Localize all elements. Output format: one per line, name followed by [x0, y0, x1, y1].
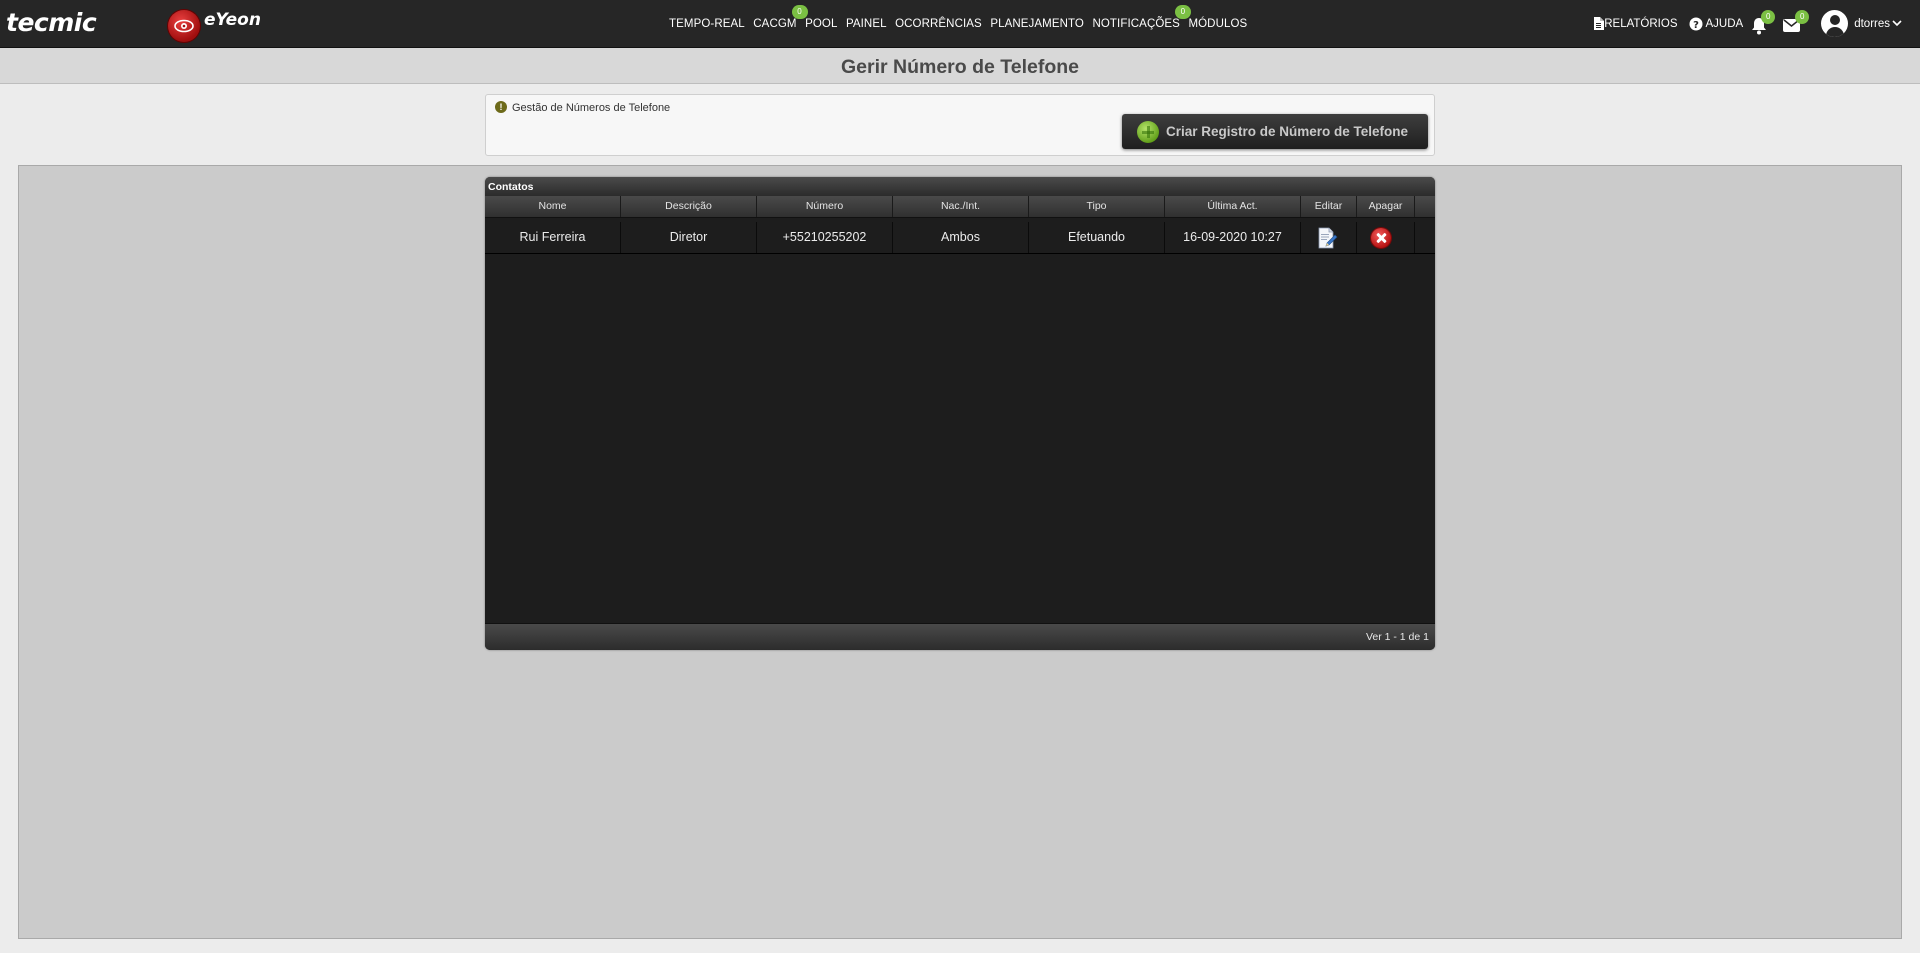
create-phone-number-button[interactable]: Criar Registro de Número de Telefone	[1122, 114, 1428, 149]
chevron-down-icon	[1892, 20, 1902, 27]
title-bar: Gerir Número de Telefone	[0, 48, 1920, 84]
user-menu[interactable]: dtorres	[1821, 10, 1902, 37]
info-text: Gestão de Números de Telefone	[512, 102, 671, 114]
cell-tipo: Efetuando	[1029, 222, 1165, 253]
bell-badge: 0	[1761, 9, 1776, 24]
nav-notificacoes[interactable]: NOTIFICAÇÕES 0	[1092, 4, 1191, 30]
top-navbar: tecmic eYeon TEMPO-REAL CACGM 0 POOL PAIN…	[0, 0, 1920, 48]
document-icon	[1594, 17, 1605, 30]
grid-caption-label: Contatos	[488, 181, 534, 193]
reports-link[interactable]: RELATÓRIOS	[1593, 17, 1678, 30]
cell-numero: +55210255202	[757, 222, 893, 253]
grid-footer: Ver 1 - 1 de 1	[485, 623, 1435, 650]
nav-modulos[interactable]: MÓDULOS	[1188, 18, 1247, 30]
delete-icon[interactable]	[1371, 228, 1391, 248]
cell-ultima-act: 16-09-2020 10:27	[1165, 222, 1301, 253]
help-label: AJUDA	[1705, 17, 1744, 30]
nav-label: OCORRÊNCIAS	[895, 17, 982, 30]
cell-descricao: Diretor	[621, 222, 757, 253]
cell-text: Ambos	[941, 230, 980, 244]
col-header-nome[interactable]: Nome	[485, 196, 621, 217]
col-header-label: Editar	[1314, 200, 1343, 212]
info-panel: ! Gestão de Números de Telefone Criar Re…	[485, 94, 1435, 156]
nav-tempo-real[interactable]: TEMPO-REAL	[669, 18, 745, 30]
cell-text: Diretor	[669, 230, 708, 244]
col-header-label: Nac./Int.	[940, 200, 981, 212]
cell-apagar	[1357, 222, 1415, 253]
messages-button[interactable]: 0	[1783, 9, 1813, 36]
col-header-label: Última Act.	[1207, 200, 1258, 212]
help-link[interactable]: ? AJUDA	[1689, 17, 1744, 31]
user-name: dtorres	[1854, 17, 1890, 30]
cell-text: 16-09-2020 10:27	[1183, 230, 1282, 244]
nav-label: CACGM	[753, 17, 797, 30]
svg-text:tecmic: tecmic	[6, 9, 97, 37]
notificacoes-badge: 0	[1174, 4, 1191, 19]
cell-nome: Rui Ferreira	[485, 222, 621, 253]
eyeon-logo[interactable]: eYeon	[168, 8, 278, 42]
col-header-descricao[interactable]: Descrição	[621, 196, 757, 217]
col-header-label: Apagar	[1368, 200, 1403, 212]
col-header-tipo[interactable]: Tipo	[1029, 196, 1165, 217]
col-header-label: Tipo	[1086, 200, 1107, 212]
svg-text:?: ?	[1693, 20, 1699, 31]
col-header-label: Nome	[538, 200, 567, 212]
col-header-ultima-act[interactable]: Última Act.	[1165, 196, 1301, 217]
nav-label: PLANEJAMENTO	[990, 17, 1084, 30]
edit-icon[interactable]	[1316, 227, 1338, 249]
nav-ocorrencias[interactable]: OCORRÊNCIAS	[895, 18, 982, 30]
col-header-editar[interactable]: Editar	[1301, 196, 1357, 217]
nav-label: TEMPO-REAL	[669, 17, 745, 30]
table-row[interactable]: Rui Ferreira Diretor +55210255202 Ambos …	[485, 222, 1435, 254]
cell-text: Efetuando	[1068, 230, 1125, 244]
main-nav: TEMPO-REAL CACGM 0 POOL PAINEL OCORRÊNCIA…	[669, 0, 1256, 47]
nav-label: MÓDULOS	[1188, 17, 1248, 30]
mail-badge: 0	[1795, 9, 1810, 24]
nav-label: PAINEL	[845, 17, 887, 30]
col-header-apagar[interactable]: Apagar	[1357, 196, 1415, 217]
col-header-nac-int[interactable]: Nac./Int.	[893, 196, 1029, 217]
tecmic-logo[interactable]: tecmic	[6, 9, 154, 37]
eyeon-text: eYeon	[204, 10, 261, 30]
notifications-button[interactable]: 0	[1751, 9, 1777, 36]
nav-label: POOL	[805, 17, 838, 30]
cacgm-badge: 0	[791, 4, 808, 19]
page-title: Gerir Número de Telefone	[840, 56, 1080, 78]
cell-text: +55210255202	[782, 230, 867, 244]
nav-label: NOTIFICAÇÕES	[1092, 17, 1180, 30]
create-button-label: Criar Registro de Número de Telefone	[1166, 124, 1409, 139]
help-icon: ?	[1689, 17, 1702, 31]
col-header-numero[interactable]: Número	[757, 196, 893, 217]
pager-info: Ver 1 - 1 de 1	[1365, 631, 1429, 643]
plus-icon	[1137, 121, 1159, 143]
cell-editar	[1301, 222, 1357, 253]
nav-pool[interactable]: POOL	[805, 18, 837, 30]
contacts-grid: Contatos Nome Descrição Número Nac./Int.…	[485, 177, 1435, 650]
cell-text: Rui Ferreira	[519, 230, 586, 244]
eye-icon	[168, 10, 200, 42]
nav-cacgm[interactable]: CACGM 0	[753, 4, 808, 30]
right-nav: RELATÓRIOS ? AJUDA 0 0 dtorres	[1584, 0, 1902, 47]
nav-painel[interactable]: PAINEL	[846, 18, 887, 30]
cell-nac-int: Ambos	[893, 222, 1029, 253]
avatar-icon	[1821, 10, 1849, 37]
reports-label: RELATÓRIOS	[1604, 17, 1678, 30]
nav-planejamento[interactable]: PLANEJAMENTO	[990, 18, 1084, 30]
col-header-label: Número	[805, 200, 844, 212]
grid-header: Nome Descrição Número Nac./Int. Tipo Últ…	[485, 196, 1435, 218]
info-icon: !	[495, 101, 507, 113]
col-header-label: Descrição	[665, 200, 712, 212]
grid-caption: Contatos	[485, 177, 1435, 196]
